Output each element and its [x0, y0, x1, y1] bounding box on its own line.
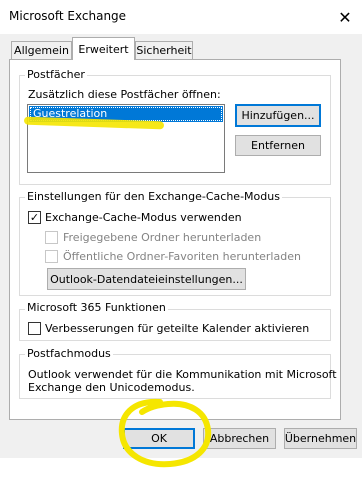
annotation-circle: [118, 398, 212, 468]
exchange-dialog: Microsoft Exchange ✕ Allgemein Erweitert…: [0, 0, 362, 468]
download-favorites-checkbox[interactable]: [45, 250, 58, 263]
tab-label: Sicherheit: [136, 44, 192, 57]
use-cache-label: Exchange-Cache-Modus verwenden: [45, 211, 242, 224]
shared-calendar-checkbox[interactable]: [28, 322, 41, 335]
download-shared-label: Freigegebene Ordner herunterladen: [63, 231, 262, 244]
tab-allgemein[interactable]: Allgemein: [11, 41, 72, 59]
mailboxes-open-label: Zusätzlich diese Postfächer öffnen:: [28, 88, 221, 101]
window-title: Microsoft Exchange: [9, 9, 127, 23]
tab-label: Allgemein: [14, 44, 69, 57]
datafile-settings-button[interactable]: Outlook-Datendateieinstellungen...: [47, 268, 246, 290]
mailboxes-group-label: Postfächer: [25, 68, 87, 81]
tab-sicherheit[interactable]: Sicherheit: [135, 41, 193, 59]
shared-calendar-label: Verbesserungen für geteilte Kalender akt…: [45, 322, 310, 335]
m365-group-label: Microsoft 365 Funktionen: [25, 301, 168, 314]
use-cache-checkbox[interactable]: ✓: [28, 211, 41, 224]
title-bar: Microsoft Exchange ✕: [0, 0, 362, 34]
mailboxes-listbox[interactable]: Guestrelation: [27, 104, 225, 173]
tab-label: Erweitert: [78, 42, 129, 56]
download-shared-checkbox[interactable]: [45, 231, 58, 244]
mailbox-mode-text-line2: Exchange den Unicodemodus.: [28, 381, 195, 394]
apply-button[interactable]: Übernehmen: [284, 428, 357, 449]
mailbox-mode-text-line1: Outlook verwendet für die Kommunikation …: [28, 368, 337, 381]
download-favorites-label: Öffentliche Ordner-Favoriten herunterlad…: [63, 250, 301, 263]
check-icon: ✓: [29, 211, 40, 224]
add-mailbox-button[interactable]: Hinzufügen...: [235, 104, 321, 127]
cache-group-label: Einstellungen für den Exchange-Cache-Mod…: [25, 190, 282, 203]
close-icon[interactable]: ✕: [328, 0, 362, 34]
remove-mailbox-button[interactable]: Entfernen: [235, 135, 321, 156]
tab-erweitert[interactable]: Erweitert: [72, 37, 135, 60]
mailbox-mode-group-label: Postfachmodus: [25, 347, 113, 360]
